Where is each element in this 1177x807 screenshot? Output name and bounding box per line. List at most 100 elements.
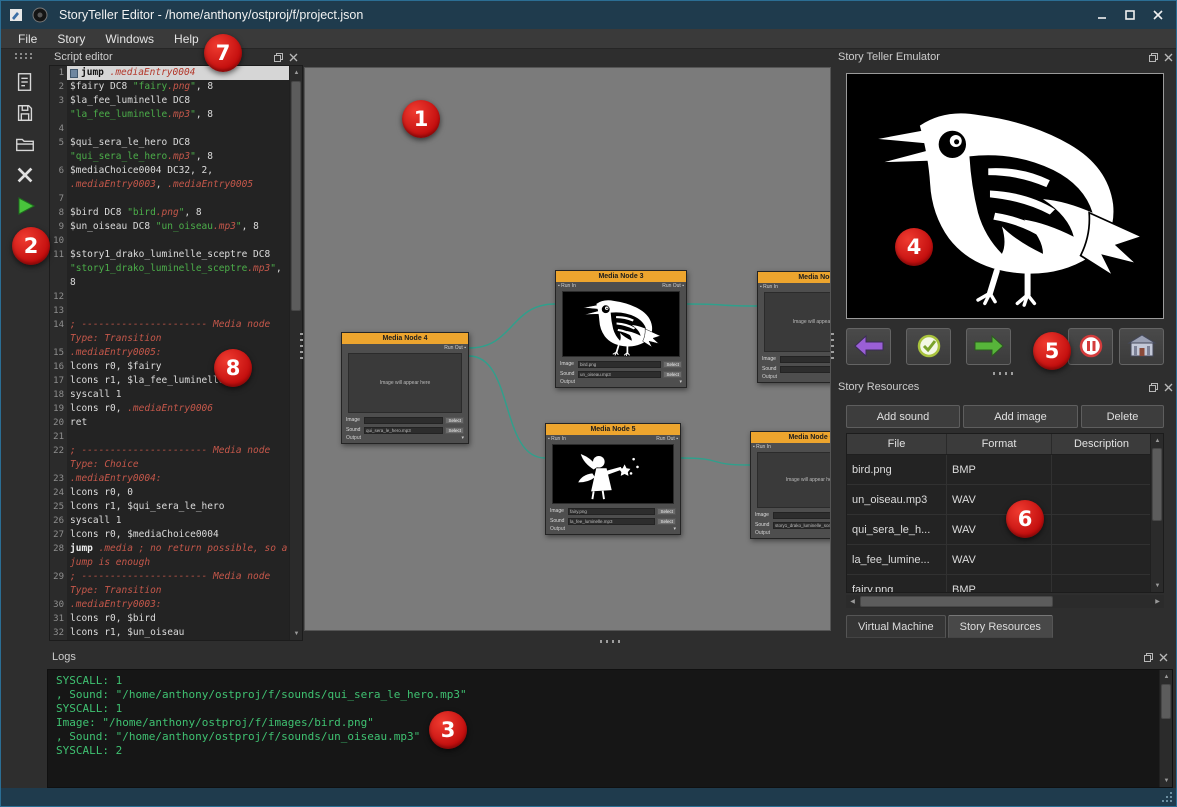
add-image-button[interactable]: Add image	[963, 405, 1078, 428]
code-line[interactable]: 21	[50, 430, 289, 444]
code-line[interactable]: "story1_drako_luminelle_sceptre.mp3",	[50, 262, 289, 276]
node-sound-select-button[interactable]: Select	[445, 427, 464, 434]
title-bar[interactable]: StoryTeller Editor - /home/anthony/ostpr…	[1, 1, 1176, 29]
scroll-thumb[interactable]	[860, 596, 1053, 607]
new-script-button[interactable]	[5, 66, 45, 97]
table-row[interactable]: bird.pngBMP	[847, 455, 1152, 485]
column-header-format[interactable]: Format	[947, 434, 1052, 454]
code-line[interactable]: 32lcons r1, $un_oiseau	[50, 626, 289, 640]
table-hscrollbar[interactable]: ◀ ▶	[846, 595, 1164, 608]
code-line[interactable]: 8$bird DC8 "bird.png", 8	[50, 206, 289, 220]
code-line[interactable]: 30.mediaEntry0003:	[50, 598, 289, 612]
splitter-handle[interactable]	[831, 333, 834, 359]
run-in-port[interactable]: ▪ Run In	[753, 444, 771, 450]
code-line[interactable]: 22; ---------------------- Media node	[50, 444, 289, 458]
node-sound-select-button[interactable]: Select	[657, 518, 676, 525]
code-line[interactable]: Type: Transition	[50, 584, 289, 598]
code-line[interactable]: 28jump .media ; no return possible, so a	[50, 542, 289, 556]
node-options-icon[interactable]: ▾	[679, 379, 682, 385]
code-line[interactable]: 18syscall 1	[50, 388, 289, 402]
node-sound-select-button[interactable]: Select	[663, 371, 682, 378]
code-line[interactable]: 4	[50, 122, 289, 136]
column-header-description[interactable]: Description	[1052, 434, 1152, 454]
code-line[interactable]: 20ret	[50, 416, 289, 430]
node-image-select-button[interactable]: Select	[663, 361, 682, 368]
run-out-port[interactable]: Run Out ▪	[444, 345, 466, 351]
scroll-left-icon[interactable]: ◀	[846, 595, 859, 608]
run-out-port[interactable]: Run Out ▪	[656, 436, 678, 442]
graph-node[interactable]: Media Node▪ Run InImage will appear here…	[757, 271, 831, 383]
maximize-button[interactable]	[1118, 6, 1142, 24]
code-line[interactable]: "la_fee_luminelle.mp3", 8	[50, 108, 289, 122]
float-panel-icon[interactable]	[1143, 652, 1154, 663]
run-out-port[interactable]: Run Out ▪	[662, 283, 684, 289]
minimize-button[interactable]	[1090, 6, 1114, 24]
close-panel-icon[interactable]	[1163, 52, 1174, 63]
run-in-port[interactable]: ▪ Run In	[760, 284, 778, 290]
code-line[interactable]: 23.mediaEntry0004:	[50, 472, 289, 486]
code-line[interactable]: 12	[50, 290, 289, 304]
code-line[interactable]: 13	[50, 304, 289, 318]
code-line[interactable]: 11$story1_drako_luminelle_sceptre DC8	[50, 248, 289, 262]
menu-help[interactable]: Help	[165, 31, 208, 47]
table-row[interactable]: fairy.pngBMP	[847, 575, 1152, 593]
code-line[interactable]: 6$mediaChoice0004 DC32, 2,	[50, 164, 289, 178]
scroll-thumb[interactable]	[291, 81, 301, 311]
home-button[interactable]	[1119, 328, 1164, 365]
node-title[interactable]: Media Node	[758, 272, 831, 283]
node-title[interactable]: Media Node 4	[342, 333, 468, 344]
table-scrollbar[interactable]: ▲ ▼	[1150, 434, 1163, 592]
code-line[interactable]: 17lcons r1, $la_fee_luminelle	[50, 374, 289, 388]
graph-node[interactable]: Media Node 6▪ Run InImage will appear he…	[750, 431, 831, 539]
close-project-button[interactable]	[5, 159, 45, 190]
open-folder-button[interactable]	[5, 128, 45, 159]
menu-story[interactable]: Story	[48, 31, 94, 47]
close-panel-icon[interactable]	[1163, 382, 1174, 393]
table-row[interactable]: un_oiseau.mp3WAV	[847, 485, 1152, 515]
logs-scrollbar[interactable]: ▲ ▼	[1159, 670, 1172, 787]
run-button[interactable]	[5, 190, 45, 221]
scroll-thumb[interactable]	[1161, 684, 1171, 719]
splitter-handle[interactable]	[600, 640, 622, 643]
code-line[interactable]: 26syscall 1	[50, 514, 289, 528]
close-panel-icon[interactable]	[1158, 652, 1169, 663]
code-line[interactable]: Type: Transition	[50, 332, 289, 346]
code-line[interactable]: 1jump .mediaEntry0004	[50, 66, 289, 80]
scroll-thumb[interactable]	[1152, 448, 1162, 521]
node-title[interactable]: Media Node 6	[751, 432, 831, 443]
node-image-select-button[interactable]: Select	[657, 508, 676, 515]
back-button[interactable]	[846, 328, 891, 365]
code-line[interactable]: 29; ---------------------- Media node	[50, 570, 289, 584]
save-button[interactable]	[5, 97, 45, 128]
code-line[interactable]: 27lcons r0, $mediaChoice0004	[50, 528, 289, 542]
splitter-handle[interactable]	[300, 333, 303, 359]
code-line[interactable]: 9$un_oiseau DC8 "un_oiseau.mp3", 8	[50, 220, 289, 234]
code-line[interactable]: 2$fairy DC8 "fairy.png", 8	[50, 80, 289, 94]
column-header-file[interactable]: File	[847, 434, 947, 454]
pause-button[interactable]	[1068, 328, 1113, 365]
code-line[interactable]: 31lcons r0, $bird	[50, 612, 289, 626]
ok-button[interactable]	[906, 328, 951, 365]
code-line[interactable]: 24lcons r0, 0	[50, 486, 289, 500]
scroll-up-icon[interactable]: ▲	[290, 66, 303, 79]
code-editor[interactable]: 1jump .mediaEntry00042$fairy DC8 "fairy.…	[49, 65, 303, 641]
close-button[interactable]	[1146, 6, 1170, 24]
scroll-right-icon[interactable]: ▶	[1151, 595, 1164, 608]
delete-button[interactable]: Delete	[1081, 405, 1164, 428]
float-panel-icon[interactable]	[273, 52, 284, 63]
scroll-down-icon[interactable]: ▼	[290, 627, 303, 640]
float-panel-icon[interactable]	[1148, 382, 1159, 393]
code-line[interactable]: 7	[50, 192, 289, 206]
resize-grip-icon[interactable]	[1161, 791, 1173, 803]
splitter-handle[interactable]	[993, 372, 1015, 375]
code-line[interactable]: 25lcons r1, $qui_sera_le_hero	[50, 500, 289, 514]
tab-virtual-machine[interactable]: Virtual Machine	[846, 615, 946, 638]
next-button[interactable]	[966, 328, 1011, 365]
code-line[interactable]: "qui_sera_le_hero.mp3", 8	[50, 150, 289, 164]
scroll-up-icon[interactable]: ▲	[1160, 670, 1173, 683]
code-line[interactable]: 16lcons r0, $fairy	[50, 360, 289, 374]
tab-story-resources[interactable]: Story Resources	[948, 615, 1053, 638]
graph-node[interactable]: Media Node 4Run Out ▪Image will appear h…	[341, 332, 469, 444]
node-options-icon[interactable]: ▾	[673, 526, 676, 532]
run-in-port[interactable]: ▪ Run In	[548, 436, 566, 442]
